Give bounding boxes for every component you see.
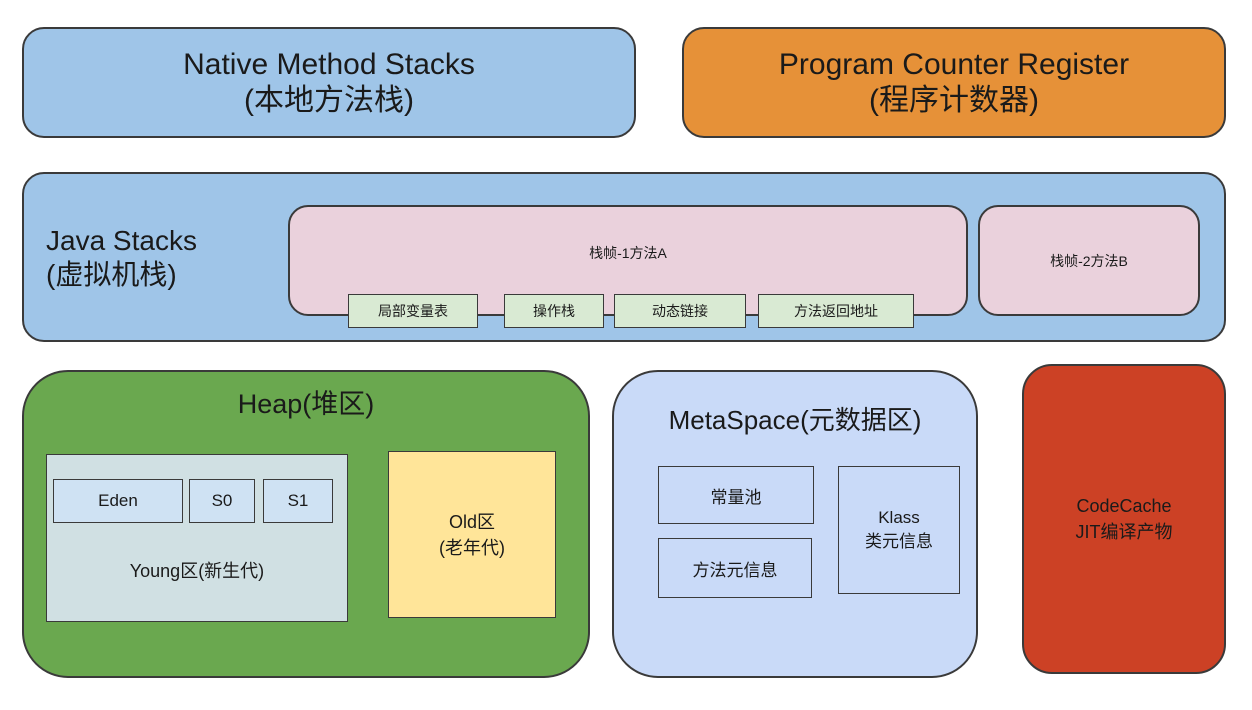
program-counter-register-box: Program Counter Register (程序计数器) bbox=[682, 27, 1226, 138]
stack-frame-2: 栈帧-2方法B bbox=[978, 205, 1200, 316]
old-generation-label: Old区 bbox=[448, 511, 495, 532]
codecache-box: CodeCache JIT编译产物 bbox=[1022, 364, 1226, 674]
codecache-label: CodeCache bbox=[1076, 496, 1172, 516]
survivor-1-space: S1 bbox=[263, 479, 333, 523]
local-variable-table: 局部变量表 bbox=[348, 294, 478, 328]
method-metadata-box: 方法元信息 bbox=[658, 538, 812, 598]
old-generation-box: Old区 (老年代) bbox=[388, 451, 556, 618]
java-stacks-subtitle: (虚拟机栈) bbox=[46, 259, 177, 290]
heap-title: Heap(堆区) bbox=[237, 389, 375, 419]
heap-box: Heap(堆区) Eden S0 S1 Young区(新生代) Old区 (老年… bbox=[22, 370, 590, 678]
stack-frame-1-label: 栈帧-1方法A bbox=[589, 245, 667, 261]
dynamic-linking: 动态链接 bbox=[614, 294, 746, 328]
survivor-0-space: S0 bbox=[189, 479, 255, 523]
native-method-stacks-subtitle: (本地方法栈) bbox=[244, 83, 414, 117]
codecache-sublabel: JIT编译产物 bbox=[1075, 522, 1173, 542]
operand-stack: 操作栈 bbox=[504, 294, 604, 328]
java-stacks-title: Java Stacks bbox=[46, 225, 197, 256]
klass-metadata-box: Klass 类元信息 bbox=[838, 466, 960, 594]
eden-space: Eden bbox=[53, 479, 183, 523]
program-counter-register-subtitle: (程序计数器) bbox=[869, 83, 1039, 117]
stack-frame-1: 栈帧-1方法A 局部变量表 操作栈 动态链接 方法返回地址 bbox=[288, 205, 968, 328]
metaspace-box: MetaSpace(元数据区) 常量池 方法元信息 Klass 类元信息 bbox=[612, 370, 978, 678]
program-counter-register-title: Program Counter Register bbox=[778, 47, 1130, 81]
native-method-stacks-title: Native Method Stacks bbox=[183, 47, 475, 81]
old-generation-sublabel: (老年代) bbox=[439, 537, 505, 558]
stack-frame-2-label: 栈帧-2方法B bbox=[1050, 252, 1128, 269]
java-stacks-heading: Java Stacks (虚拟机栈) bbox=[46, 224, 197, 292]
java-stacks-box: Java Stacks (虚拟机栈) 栈帧-1方法A 局部变量表 操作栈 动态链… bbox=[22, 172, 1226, 342]
native-method-stacks-box: Native Method Stacks (本地方法栈) bbox=[22, 27, 636, 138]
young-generation-box: Eden S0 S1 Young区(新生代) bbox=[46, 454, 348, 622]
young-generation-label: Young区(新生代) bbox=[129, 561, 265, 581]
klass-sublabel: 类元信息 bbox=[865, 532, 933, 551]
return-address: 方法返回地址 bbox=[758, 294, 914, 328]
constant-pool-box: 常量池 bbox=[658, 466, 814, 524]
metaspace-title: MetaSpace(元数据区) bbox=[668, 405, 922, 435]
klass-label: Klass bbox=[878, 508, 920, 527]
